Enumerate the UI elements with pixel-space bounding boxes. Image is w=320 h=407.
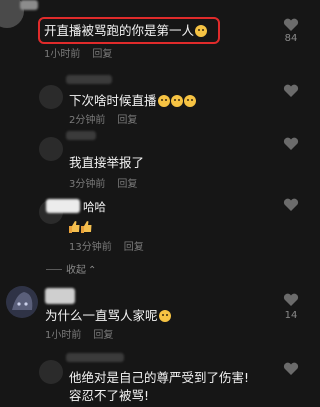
comment-time: 1小时前 <box>44 49 81 60</box>
comment-time: 1小时前 <box>45 330 82 341</box>
username-blurred <box>45 288 75 304</box>
like-heart-icon[interactable] <box>283 293 299 307</box>
comment-text: 为什么一直骂人家呢 <box>45 308 171 323</box>
avatar[interactable] <box>6 286 38 318</box>
comment-meta: 2分钟前 回复 <box>69 115 137 127</box>
username-blurred <box>66 75 112 84</box>
like-heart-icon[interactable] <box>283 137 299 151</box>
comment-time: 2分钟前 <box>69 115 106 126</box>
username-blurred <box>20 0 38 10</box>
comment-emoji-row <box>69 219 93 234</box>
comment-meta: 1小时前 回复 <box>44 49 112 61</box>
like-heart-icon[interactable] <box>283 362 299 376</box>
reply-button[interactable]: 回复 <box>117 179 137 190</box>
comment-text-line2: 容忍不了被骂! <box>69 388 150 403</box>
reply-button[interactable]: 回复 <box>92 49 112 60</box>
avatar[interactable] <box>39 85 63 109</box>
laugh-emoji-icon <box>170 95 183 107</box>
comment-text-line1: 他绝对是自己的尊严受到了伤害! <box>69 370 250 385</box>
collapse-label: 收起 <box>66 265 86 276</box>
avatar[interactable] <box>39 360 63 384</box>
username-blurred <box>66 131 96 140</box>
reply-button[interactable]: 回复 <box>124 242 144 253</box>
comment-text: 开直播被骂跑的你是第一人 <box>44 23 208 38</box>
username-blurred <box>66 353 124 362</box>
thumbs-up-icon <box>81 221 92 233</box>
like-heart-icon[interactable] <box>283 198 299 212</box>
like-heart-icon[interactable] <box>283 18 299 32</box>
surprised-emoji-icon <box>158 310 171 322</box>
chevron-up-icon: ⌃ <box>88 265 97 276</box>
collapse-toggle[interactable]: 收起 ⌃ <box>46 265 96 277</box>
comment-time: 13分钟前 <box>69 242 112 253</box>
blush-emoji-icon <box>195 25 208 37</box>
comment-meta: 13分钟前 回复 <box>69 242 144 254</box>
reply-button[interactable]: 回复 <box>93 330 113 341</box>
like-heart-icon[interactable] <box>283 84 299 98</box>
comment-meta: 1小时前 回复 <box>45 330 113 342</box>
comment-text: 哈哈 <box>83 200 106 214</box>
laugh-emoji-icon <box>157 95 170 107</box>
comment-time: 3分钟前 <box>69 179 106 190</box>
comment-text: 我直接举报了 <box>69 155 145 170</box>
thumbs-up-icon <box>69 221 80 233</box>
avatar[interactable] <box>39 137 63 161</box>
reply-button[interactable]: 回复 <box>117 115 137 126</box>
laugh-emoji-icon <box>183 95 196 107</box>
like-count: 14 <box>284 310 298 321</box>
like-count: 84 <box>284 33 298 44</box>
comment-meta: 3分钟前 回复 <box>69 179 137 191</box>
username-blurred <box>46 199 80 213</box>
anime-avatar-icon <box>6 286 38 318</box>
comment-text: 下次啥时候直播 <box>69 93 196 108</box>
